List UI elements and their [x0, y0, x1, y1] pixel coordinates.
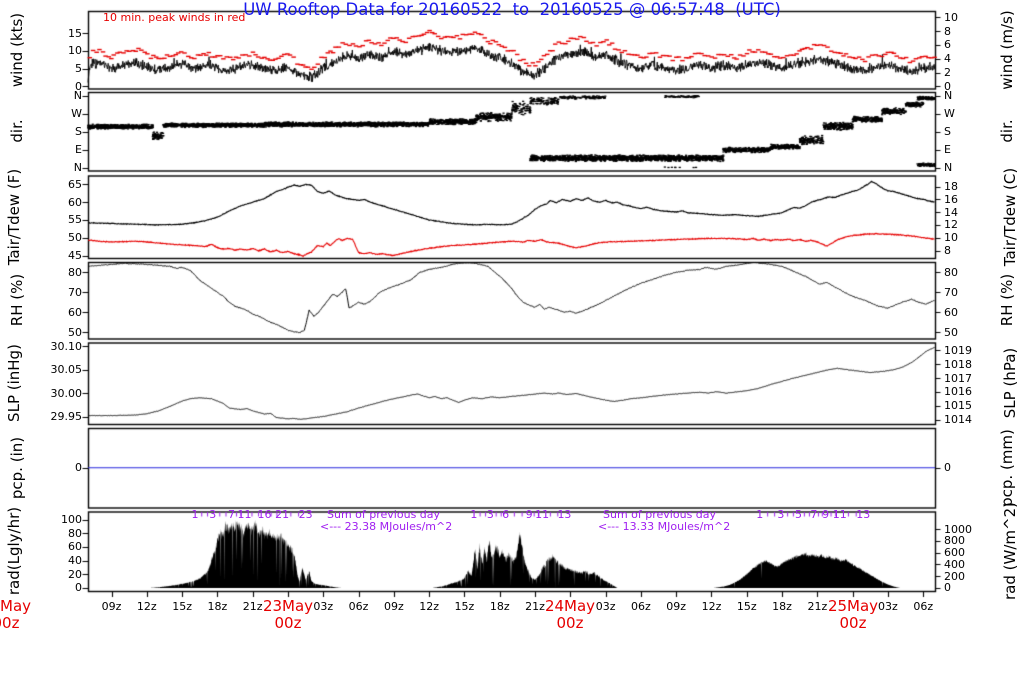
y-tick-label-left-rad-100: 100 — [61, 513, 82, 527]
x-tick-label-21z-h38: 21z — [525, 600, 545, 613]
y-tick-label-right-tair_tdew-10: 10 — [944, 231, 958, 245]
date-label-22may-month: 22May — [0, 597, 32, 615]
y-tick-label-left-rh-60: 60 — [68, 305, 82, 319]
y-tick-label-left-rad-0: 0 — [75, 581, 82, 595]
y-tick-label-right-slp-1015: 1015 — [944, 399, 972, 413]
x-tick-label-21z-h62: 21z — [807, 600, 828, 613]
y-tick-label-left-tair_tdew-45: 45 — [68, 249, 82, 262]
y-tick-label-right-tair_tdew-18: 18 — [944, 180, 958, 194]
y-tick-label-left-dir-E: E — [75, 143, 82, 157]
y-tick-label-left-rh-50: 50 — [68, 325, 82, 339]
y-tick-label-right-pcp-0: 0 — [944, 461, 951, 475]
x-tick-label-06z-h71: 06z — [913, 600, 934, 613]
y-tick-label-right-slp-1018: 1018 — [944, 357, 972, 371]
date-label-23may-z: 00z — [274, 614, 302, 632]
y-tick-label-left-tair_tdew-60: 60 — [68, 195, 82, 209]
y-tick-label-left-wind-5: 5 — [75, 62, 82, 76]
y-tick-label-left-tair_tdew-55: 55 — [68, 213, 82, 227]
y-tick-label-left-wind-15: 15 — [68, 26, 82, 40]
y-axis-title-pcp-right: pcp. (mm) — [998, 429, 1016, 507]
y-tick-label-right-wind-8: 8 — [944, 24, 951, 38]
y-tick-label-right-dir-N: N — [944, 89, 953, 103]
y-tick-label-right-tair_tdew-8: 8 — [944, 244, 951, 258]
y-tick-label-left-slp-29.95: 29.95 — [50, 410, 83, 423]
y-tick-label-left-wind-10: 10 — [68, 44, 82, 58]
date-label-25may-z: 00z — [839, 614, 867, 632]
y-tick-label-left-rad-60: 60 — [68, 540, 82, 554]
y-tick-label-right-tair_tdew-16: 16 — [944, 192, 958, 206]
y-axis-title-slp-right: SLP (hPa) — [1001, 347, 1019, 419]
y-axis-title-rad-left: rad(Lgly/hr) — [5, 506, 23, 596]
y-tick-label-left-rh-80: 80 — [68, 265, 82, 279]
y-tick-label-right-slp-1019: 1019 — [944, 343, 972, 357]
y-axis-title-pcp-left: pcp. (in) — [8, 436, 26, 500]
y-tick-label-right-rh-70: 70 — [944, 285, 958, 299]
y-tick-label-left-slp-30.10: 30.10 — [50, 339, 83, 353]
y-tick-label-left-rad-20: 20 — [68, 567, 82, 581]
y-tick-label-right-slp-1014: 1014 — [944, 413, 972, 427]
chart-title: UW Rooftop Data for 20160522 to 20160525… — [243, 0, 781, 19]
y-tick-label-left-tair_tdew-65: 65 — [68, 177, 82, 191]
y-tick-label-right-rad-1000: 1000 — [944, 522, 972, 536]
y-tick-label-right-rad-0: 0 — [944, 581, 951, 595]
y-tick-label-right-dir-W: W — [944, 107, 955, 121]
rad-sum-day1-line2: <--- 23.38 MJoules/m^2 — [320, 520, 453, 533]
y-tick-label-left-dir-N: N — [73, 161, 82, 174]
y-tick-label-left-rad-80: 80 — [68, 526, 82, 540]
y-tick-label-left-tair_tdew-50: 50 — [68, 231, 82, 245]
y-tick-label-left-rh-70: 70 — [68, 285, 82, 299]
y-tick-label-right-rh-80: 80 — [944, 265, 958, 279]
y-axis-title-rh-left: RH (%) — [8, 273, 26, 327]
rad-cum-label-13: 13 — [557, 508, 572, 521]
y-tick-label-left-slp-30.05: 30.05 — [50, 363, 83, 377]
y-tick-label-right-rad-400: 400 — [944, 557, 965, 571]
y-tick-label-right-tair_tdew-14: 14 — [944, 205, 958, 219]
y-axis-title-dir-right: dir. — [998, 119, 1016, 143]
y-tick-label-left-pcp-0: 0 — [75, 461, 82, 475]
y-tick-label-right-rad-200: 200 — [944, 569, 965, 583]
y-tick-label-left-dir-W: W — [71, 107, 82, 121]
y-axis-title-dir-left: dir. — [8, 119, 26, 143]
x-tick-label-21z-h14: 21z — [242, 600, 263, 613]
y-tick-label-right-dir-N: N — [944, 161, 953, 174]
y-tick-label-left-slp-30.00: 30.00 — [50, 386, 83, 400]
y-tick-label-right-dir-S: S — [944, 125, 951, 139]
y-tick-label-right-rh-50: 50 — [944, 325, 958, 339]
y-tick-label-right-tair_tdew-12: 12 — [944, 218, 958, 232]
y-axis-title-rh-right: RH (%) — [998, 273, 1016, 327]
y-tick-label-right-rad-800: 800 — [944, 534, 965, 548]
rad-cum-label-23: 23 — [298, 508, 313, 521]
rad-cum-label-13: 13 — [856, 508, 871, 521]
y-axis-title-temp-left: Tair/Tdew (F) — [5, 168, 23, 266]
date-label-22may: 22May 00z — [0, 598, 41, 632]
y-tick-label-left-dir-N: N — [73, 89, 82, 103]
rad-sum-day2-line2: <--- 13.33 MJoules/m^2 — [598, 520, 731, 533]
y-tick-label-right-wind-2: 2 — [944, 66, 951, 80]
y-tick-label-left-dir-S: S — [75, 125, 82, 139]
date-label-22may-z: 00z — [0, 614, 20, 632]
y-tick-label-right-slp-1016: 1016 — [944, 385, 972, 399]
y-axis-title-wind-left: wind (kts) — [8, 12, 26, 88]
y-axis-title-rad-right: rad (W/m^2) — [1001, 502, 1019, 600]
y-tick-label-right-wind-4: 4 — [944, 52, 951, 66]
date-label-24may-z: 00z — [556, 614, 584, 632]
y-tick-label-right-rh-60: 60 — [944, 305, 958, 319]
y-tick-label-right-dir-E: E — [944, 143, 951, 157]
meteogram: wind (kts) dir. Tair/Tdew (F) RH (%) SLP… — [0, 0, 1024, 700]
y-axis-title-temp-right: Tair/Tdew (C) — [1001, 167, 1019, 267]
y-tick-label-right-wind-10: 10 — [944, 10, 958, 24]
y-tick-label-right-slp-1017: 1017 — [944, 371, 972, 385]
y-tick-label-left-rad-40: 40 — [68, 554, 82, 568]
meteogram-canvas — [0, 0, 1024, 700]
y-axis-title-slp-left: SLP (inHg) — [5, 344, 23, 422]
y-axis-title-wind-right: wind (m/s) — [998, 10, 1016, 90]
y-tick-label-right-wind-6: 6 — [944, 38, 951, 52]
y-tick-label-right-rad-600: 600 — [944, 546, 965, 560]
